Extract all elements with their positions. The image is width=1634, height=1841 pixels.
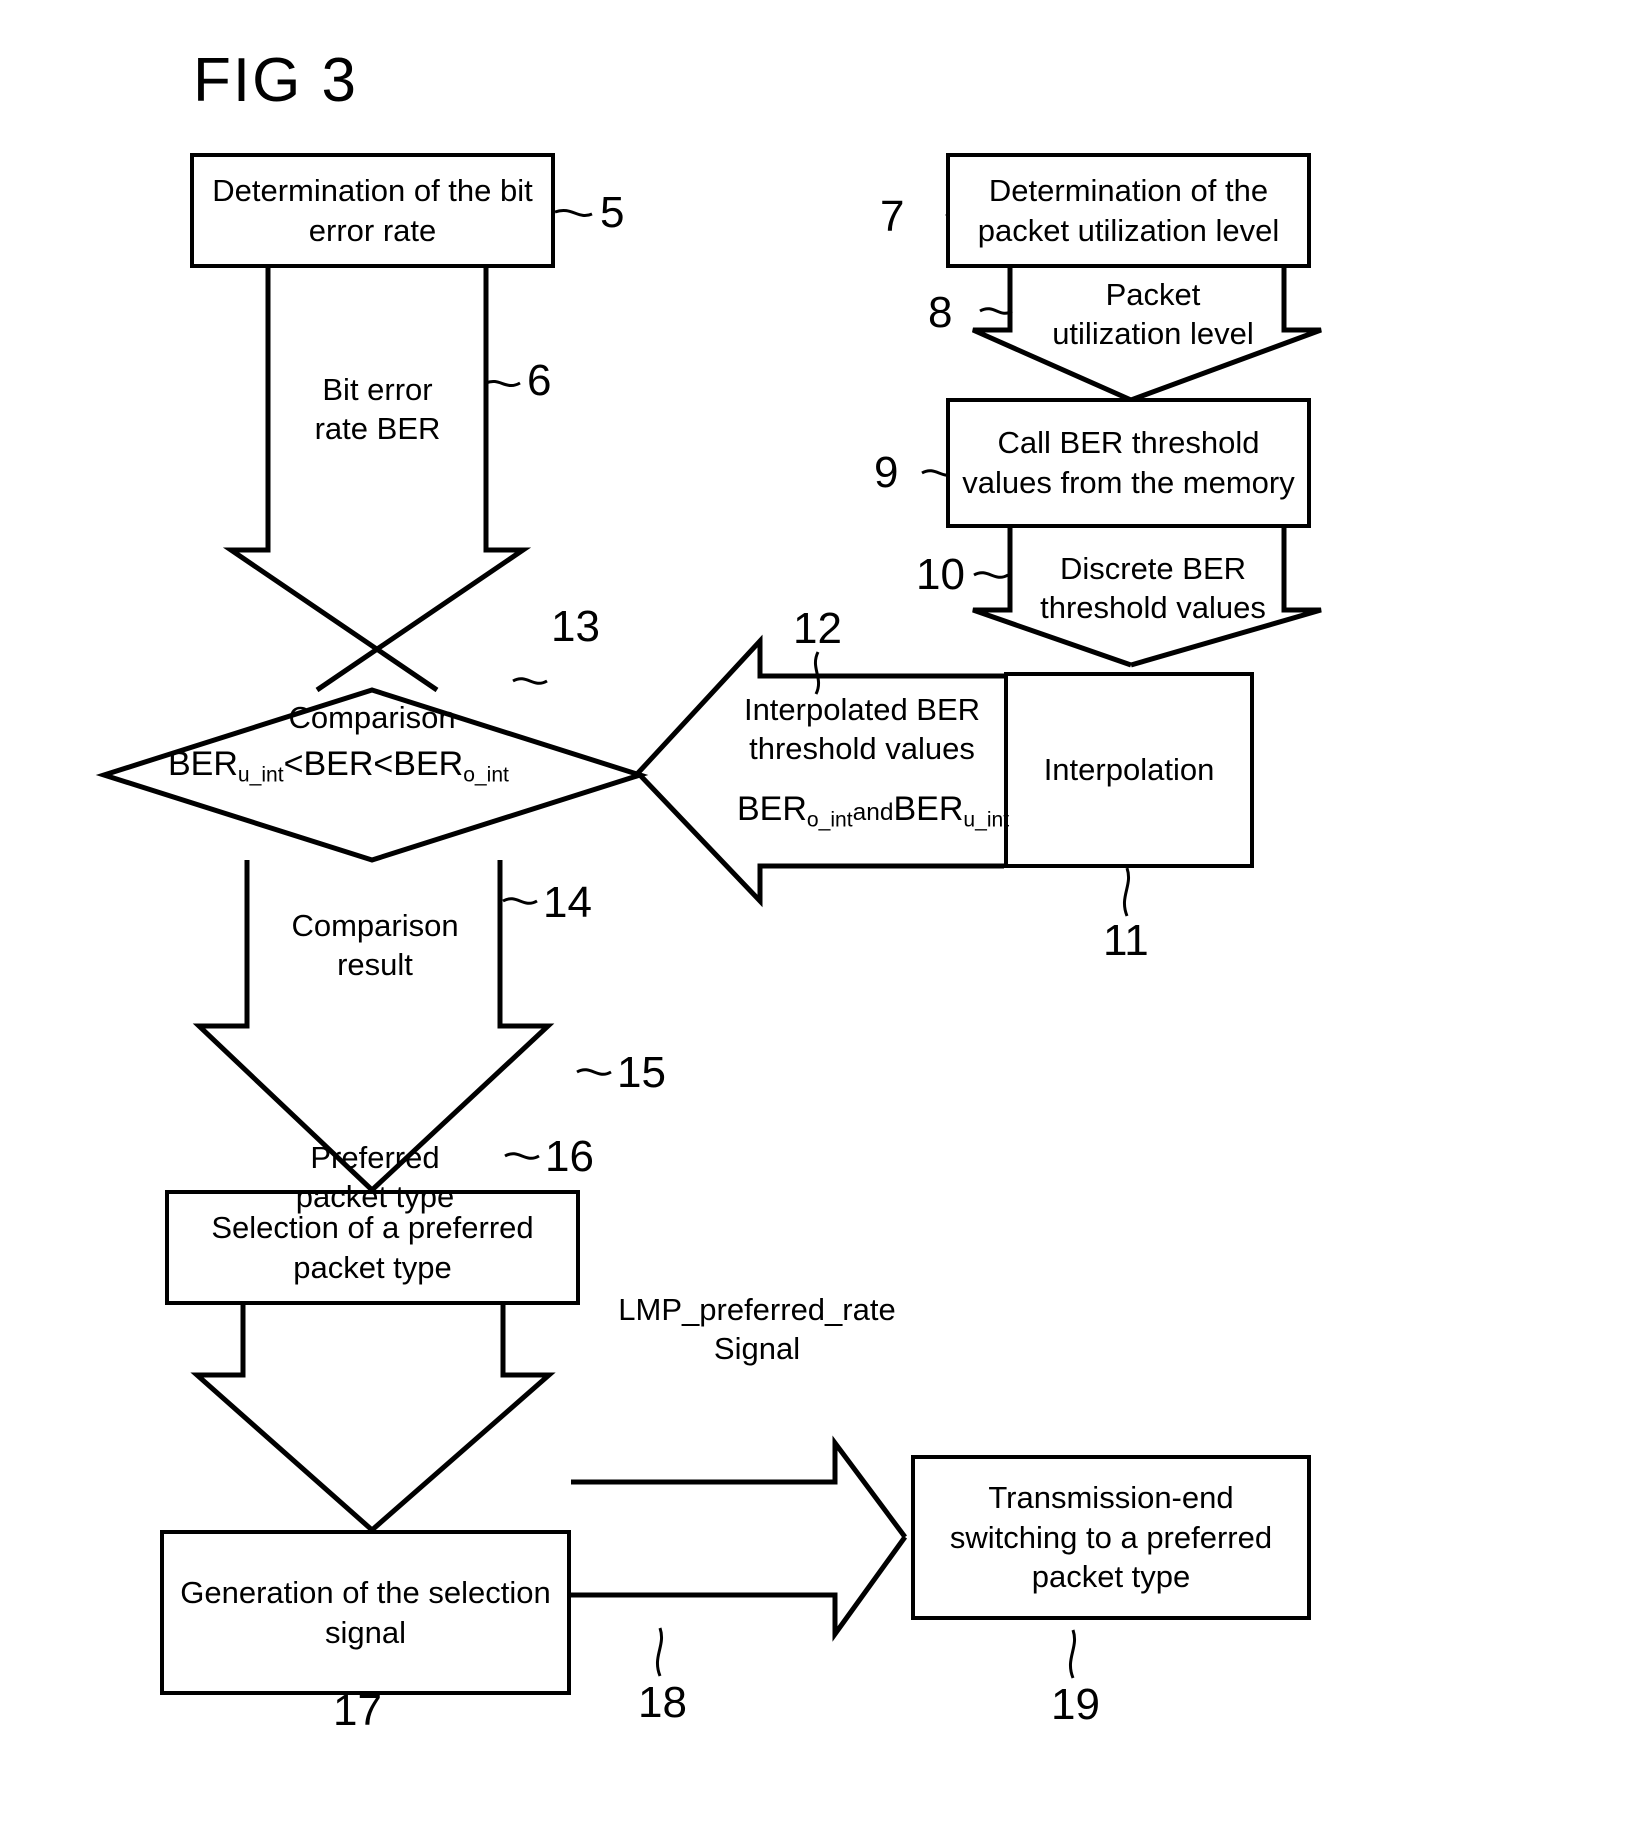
figure-canvas: FIG 3 Determination of the bit error rat…	[0, 0, 1634, 1841]
box-packet-utilization-determination-label: Determination of the packet utilization …	[977, 172, 1280, 248]
ref-numeral-6: 6	[527, 356, 552, 405]
box-interpolation: Interpolation	[1004, 672, 1254, 868]
cond-a-base: BER	[168, 745, 238, 783]
label-packet-utilization-level: Packet utilization level	[1052, 277, 1254, 352]
ref-numeral-13: 13	[551, 602, 600, 651]
ref-numeral-16: 16	[545, 1132, 594, 1181]
ref-numeral-19: 19	[1051, 1680, 1100, 1729]
box-generation-selection-signal-label: Generation of the selection signal	[180, 1574, 551, 1650]
cond-op2: <	[373, 745, 394, 783]
cond-c-base: BER	[393, 745, 464, 783]
box-interpolation-label: Interpolation	[1043, 752, 1215, 788]
ref-numeral-10: 10	[916, 550, 965, 599]
box-transmission-end-switching-label: Transmission-end switching to a preferre…	[949, 1479, 1273, 1595]
ref-numeral-17: 17	[333, 1686, 382, 1735]
ref-numeral-15: 15	[617, 1048, 666, 1097]
interp-first-base: BER	[737, 790, 807, 828]
box-generation-selection-signal: Generation of the selection signal	[160, 1530, 571, 1695]
ref-numeral-12: 12	[793, 604, 842, 653]
ref-numeral-7: 7	[880, 192, 905, 241]
box-ber-determination: Determination of the bit error rate	[190, 153, 555, 268]
ref-numeral-9: 9	[874, 448, 899, 497]
label-preferred-packet-type: Preferred packet type	[295, 1140, 455, 1215]
interpolated-ber-formula: BERo_intandBERu_int	[737, 790, 1009, 832]
interp-second-sub: u_int	[963, 808, 1010, 832]
box-selection-preferred-packet-type-label: Selection of a preferred packet type	[211, 1209, 534, 1285]
figure-title: FIG 3	[193, 46, 359, 115]
box-ber-determination-label: Determination of the bit error rate	[212, 172, 533, 248]
ref-numeral-5: 5	[600, 188, 625, 237]
box-packet-utilization-determination: Determination of the packet utilization …	[946, 153, 1311, 268]
box-call-ber-thresholds: Call BER threshold values from the memor…	[946, 398, 1311, 528]
ref-numeral-14: 14	[543, 878, 592, 927]
box-call-ber-thresholds-label: Call BER threshold values from the memor…	[962, 425, 1295, 500]
cond-c-sub: o_int	[463, 763, 509, 787]
interp-conjunction: and	[852, 799, 894, 826]
label-bit-error-rate: Bit error rate BER	[314, 372, 441, 447]
ref-numeral-18: 18	[638, 1678, 687, 1727]
interp-second-base: BER	[893, 790, 964, 828]
decision-comparison-label: Comparison	[288, 700, 456, 735]
ref-numeral-8: 8	[928, 288, 953, 337]
ref-numeral-11: 11	[1103, 916, 1149, 965]
interp-first-sub: o_int	[806, 808, 853, 832]
label-lmp-preferred-rate-signal: LMP_preferred_rate Signal	[618, 1292, 896, 1367]
cond-op1: <	[283, 745, 304, 783]
cond-a-sub: u_int	[237, 763, 284, 787]
box-transmission-end-switching: Transmission-end switching to a preferre…	[911, 1455, 1311, 1620]
label-comparison-result: Comparison result	[291, 908, 459, 983]
label-interpolated-ber-threshold-values: Interpolated BER threshold values	[743, 692, 981, 767]
cond-b: BER	[303, 745, 374, 783]
label-discrete-ber-threshold-values: Discrete BER threshold values	[1040, 551, 1266, 626]
decision-condition-formula: BERu_int<BER<BERo_int	[168, 745, 509, 787]
